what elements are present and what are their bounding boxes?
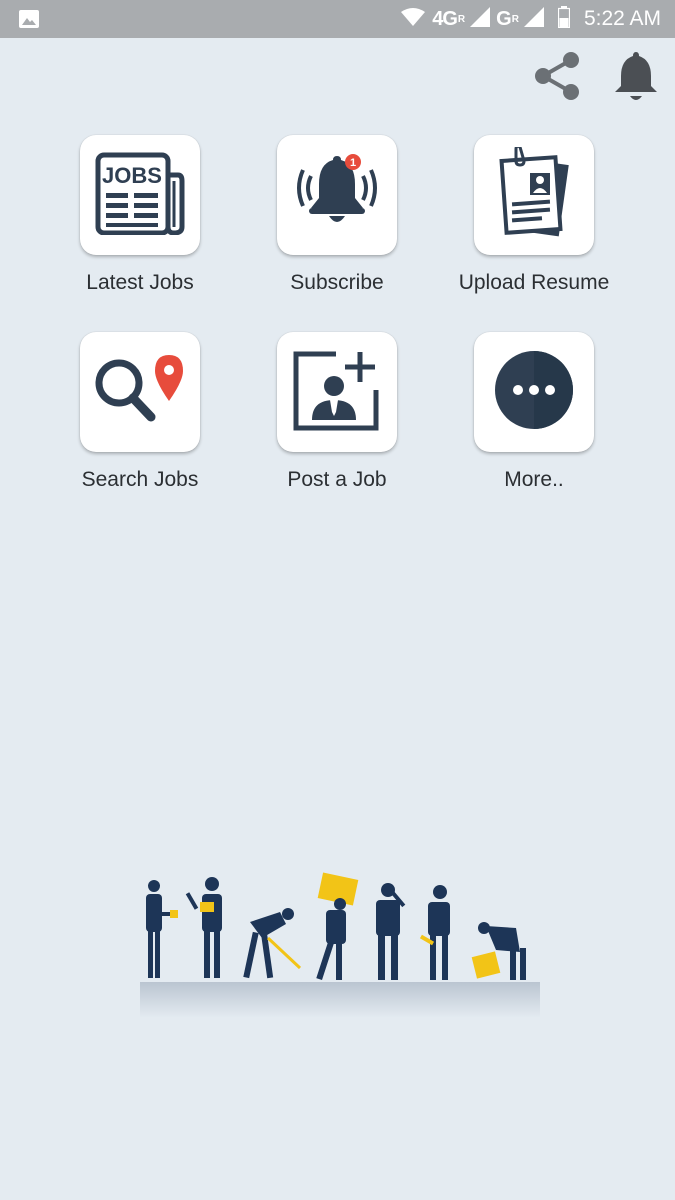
menu-item-search-jobs[interactable]: Search Jobs xyxy=(40,332,240,492)
workers-illustration xyxy=(140,872,540,1027)
menu-item-label: Upload Resume xyxy=(458,271,610,294)
menu-item-tile[interactable]: JOBS xyxy=(80,135,200,255)
more-dots-icon xyxy=(494,350,574,435)
network1-roaming: R xyxy=(457,13,465,25)
bell-icon[interactable] xyxy=(613,48,659,109)
menu-item-tile[interactable] xyxy=(277,332,397,452)
menu-item-subscribe[interactable]: 1 Subscribe xyxy=(237,135,437,295)
ringing-bell-icon: 1 xyxy=(289,148,385,243)
newspaper-jobs-icon: JOBS xyxy=(94,151,186,240)
share-icon[interactable] xyxy=(529,48,585,109)
menu-item-more[interactable]: More.. xyxy=(434,332,634,492)
signal-icon xyxy=(523,6,544,32)
menu-item-label: Post a Job xyxy=(287,468,387,491)
menu-item-tile[interactable]: 1 xyxy=(277,135,397,255)
notification-badge: 1 xyxy=(350,157,356,169)
network2-roaming: R xyxy=(511,13,519,25)
menu-item-upload-resume[interactable]: Upload Resume xyxy=(434,135,634,295)
menu-item-label: Latest Jobs xyxy=(86,271,194,294)
gallery-notification-icon xyxy=(18,9,40,34)
wifi-icon xyxy=(400,7,426,32)
menu-item-tile[interactable] xyxy=(80,332,200,452)
menu-item-tile[interactable] xyxy=(474,332,594,452)
battery-icon xyxy=(557,5,571,33)
menu-item-label: More.. xyxy=(504,468,564,491)
clock: 5:22 AM xyxy=(583,7,661,30)
network2-label: G xyxy=(496,7,512,30)
menu-item-label: Subscribe xyxy=(290,271,384,294)
menu-item-latest-jobs[interactable]: JOBS Latest Jobs xyxy=(40,135,240,295)
network1-label: 4G xyxy=(432,7,458,30)
menu-item-label: Search Jobs xyxy=(81,468,199,491)
signal-icon xyxy=(470,6,491,32)
resume-clipboard-icon xyxy=(494,144,574,244)
svg-text:JOBS: JOBS xyxy=(102,163,162,188)
network-type-1: 4G R xyxy=(432,7,465,31)
add-person-icon xyxy=(292,348,382,437)
menu-item-tile[interactable] xyxy=(474,135,594,255)
search-location-icon xyxy=(93,353,187,432)
network-type-2: GR xyxy=(496,7,519,31)
menu-item-post-a-job[interactable]: Post a Job xyxy=(237,332,437,492)
header-actions xyxy=(529,48,659,109)
status-bar: 4G R GR 5:22 AM xyxy=(0,0,675,38)
